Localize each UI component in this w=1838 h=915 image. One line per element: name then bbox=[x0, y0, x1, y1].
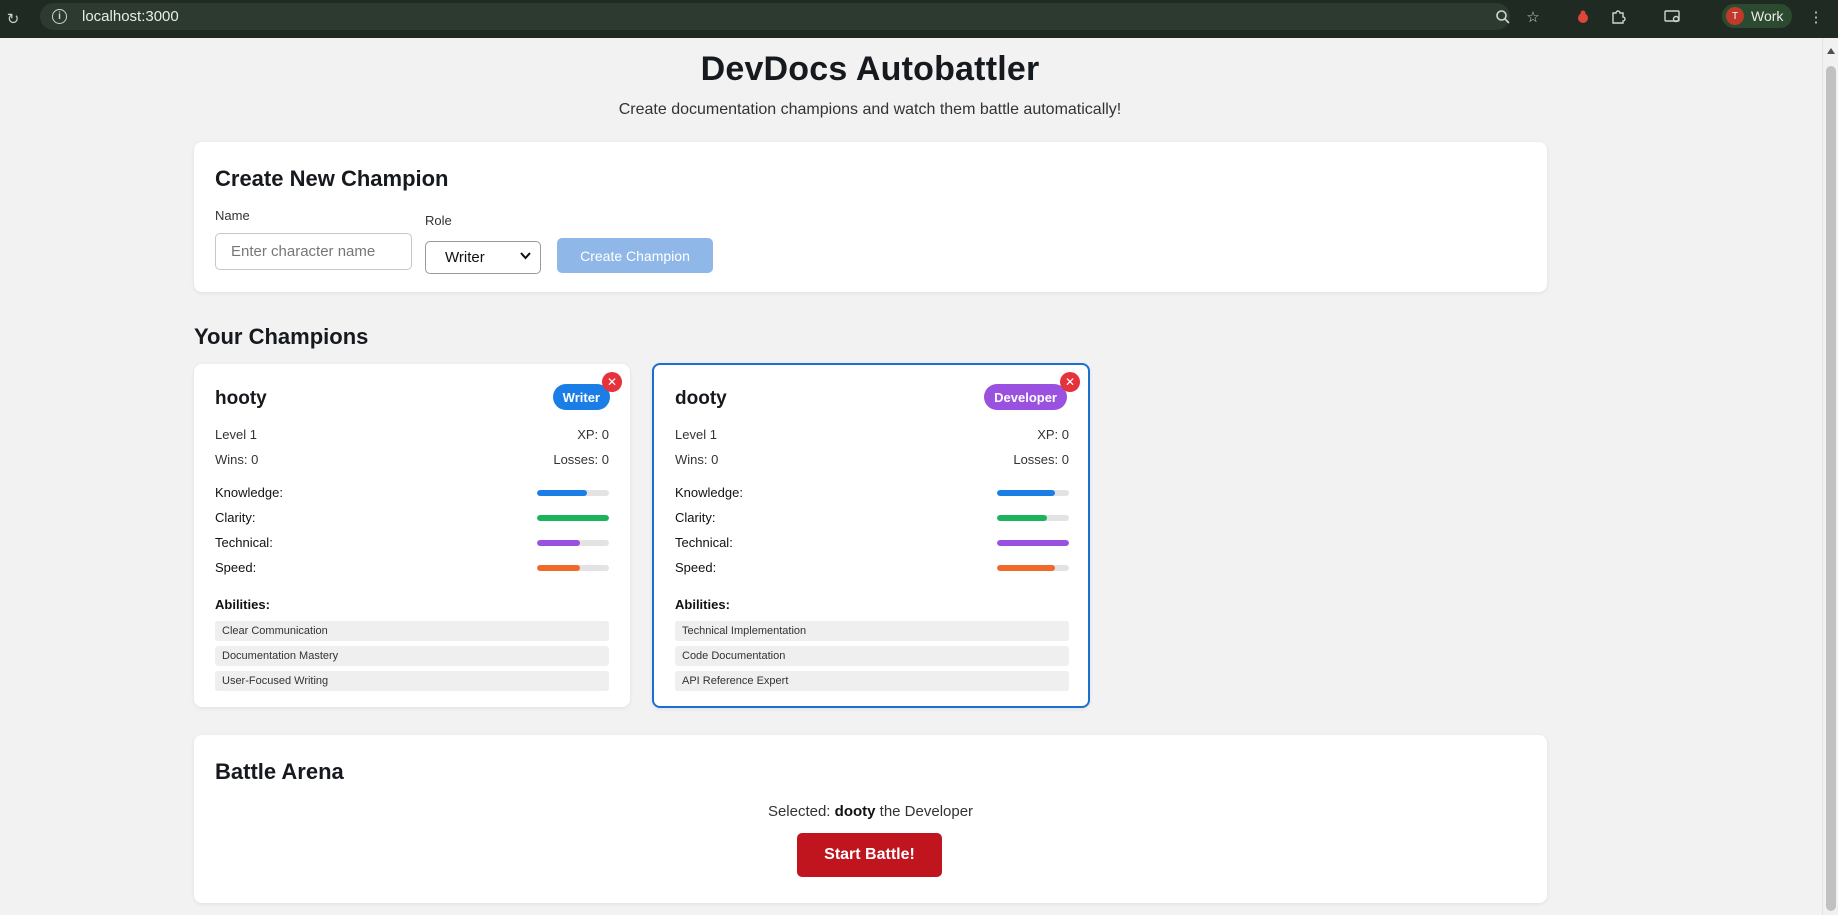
stat-clarity: Clarity: bbox=[215, 510, 609, 525]
selected-prefix: Selected: bbox=[767, 803, 831, 820]
stat-label: Speed: bbox=[675, 560, 717, 575]
stat-technical: Technical: bbox=[215, 535, 609, 550]
stat-bar bbox=[537, 540, 609, 546]
profile-button[interactable]: T Work bbox=[1722, 4, 1792, 28]
stat-bar-fill bbox=[997, 515, 1048, 521]
extension-bug-icon[interactable] bbox=[1572, 6, 1594, 28]
stat-bar-fill bbox=[997, 540, 1069, 546]
star-icon[interactable]: ☆ bbox=[1522, 6, 1544, 28]
champion-xp: XP: 0 bbox=[1037, 427, 1069, 442]
stat-label: Knowledge: bbox=[675, 485, 743, 500]
stat-bar-fill bbox=[997, 565, 1055, 571]
level-xp-row: Level 1 XP: 0 bbox=[675, 427, 1069, 442]
stat-label: Technical: bbox=[675, 535, 733, 550]
create-champion-button[interactable]: Create Champion bbox=[557, 238, 713, 273]
stat-bar-fill bbox=[997, 490, 1055, 496]
stat-bar-fill bbox=[537, 490, 588, 496]
scrollbar-thumb[interactable] bbox=[1826, 66, 1836, 911]
selected-champion-text: Selected: dooty the Developer bbox=[194, 803, 1547, 820]
stat-bar bbox=[537, 565, 609, 571]
ability-item: User-Focused Writing bbox=[215, 671, 609, 691]
page-title: DevDocs Autobattler bbox=[700, 50, 1040, 88]
selected-champion-name: dooty bbox=[834, 803, 876, 820]
stat-bar-fill bbox=[537, 540, 581, 546]
stat-technical: Technical: bbox=[675, 535, 1069, 550]
champion-level: Level 1 bbox=[215, 427, 257, 442]
site-info-icon[interactable]: i bbox=[52, 9, 67, 24]
champion-card-hooty[interactable]: hooty Writer ✕ Level 1 XP: 0 Wins: 0 Los… bbox=[194, 364, 630, 707]
role-select-value: Writer bbox=[445, 249, 485, 266]
record-row: Wins: 0 Losses: 0 bbox=[215, 452, 609, 467]
abilities-title: Abilities: bbox=[675, 597, 730, 612]
stat-bar bbox=[537, 490, 609, 496]
stat-clarity: Clarity: bbox=[675, 510, 1069, 525]
stat-label: Clarity: bbox=[215, 510, 256, 525]
ability-item: Technical Implementation bbox=[675, 621, 1069, 641]
stat-speed: Speed: bbox=[215, 560, 609, 575]
browser-toolbar: ↻ i localhost:3000 ☆ T Work ⋮ bbox=[0, 0, 1838, 38]
reload-icon[interactable]: ↻ bbox=[0, 10, 26, 28]
stat-knowledge: Knowledge: bbox=[215, 485, 609, 500]
extension-puzzle-icon[interactable] bbox=[1607, 6, 1629, 28]
stat-bar bbox=[997, 565, 1069, 571]
stat-bar bbox=[997, 515, 1069, 521]
champion-level: Level 1 bbox=[675, 427, 717, 442]
ability-item: Documentation Mastery bbox=[215, 646, 609, 666]
ability-item: Code Documentation bbox=[675, 646, 1069, 666]
media-router-icon[interactable] bbox=[1662, 6, 1684, 28]
role-select[interactable]: Writer bbox=[425, 241, 541, 274]
page-header: DevDocs Autobattler Create documentation… bbox=[194, 50, 1546, 119]
level-xp-row: Level 1 XP: 0 bbox=[215, 427, 609, 442]
battle-arena-title: Battle Arena bbox=[215, 759, 344, 784]
menu-dots-icon[interactable]: ⋮ bbox=[1805, 6, 1827, 28]
champion-losses: Losses: 0 bbox=[553, 452, 609, 467]
role-badge: Writer bbox=[552, 384, 610, 410]
champion-card-dooty[interactable]: dooty Developer ✕ Level 1 XP: 0 Wins: 0 … bbox=[652, 363, 1090, 708]
champion-wins: Wins: 0 bbox=[675, 452, 719, 467]
zoom-icon[interactable] bbox=[1492, 6, 1514, 28]
selected-suffix: the Developer bbox=[879, 803, 974, 820]
stat-label: Speed: bbox=[215, 560, 257, 575]
stat-knowledge: Knowledge: bbox=[675, 485, 1069, 500]
stat-bar bbox=[997, 490, 1069, 496]
profile-name: Work bbox=[1751, 8, 1784, 24]
ability-item: Clear Communication bbox=[215, 621, 609, 641]
stat-bar-fill bbox=[537, 515, 609, 521]
start-battle-button[interactable]: Start Battle! bbox=[797, 833, 942, 877]
champions-section-title: Your Champions bbox=[194, 324, 369, 349]
role-label: Role bbox=[425, 213, 452, 228]
record-row: Wins: 0 Losses: 0 bbox=[675, 452, 1069, 467]
role-badge: Developer bbox=[984, 384, 1067, 410]
page: DevDocs Autobattler Create documentation… bbox=[0, 38, 1822, 915]
champion-wins: Wins: 0 bbox=[215, 452, 259, 467]
create-champion-title: Create New Champion bbox=[215, 166, 449, 191]
battle-arena-card: Battle Arena Selected: dooty the Develop… bbox=[194, 735, 1547, 903]
scroll-up-icon[interactable] bbox=[1827, 48, 1835, 54]
stat-label: Clarity: bbox=[675, 510, 716, 525]
ability-item: API Reference Expert bbox=[675, 671, 1069, 691]
stat-label: Technical: bbox=[215, 535, 273, 550]
stat-bar bbox=[997, 540, 1069, 546]
address-url[interactable]: localhost:3000 bbox=[82, 8, 179, 25]
champion-xp: XP: 0 bbox=[577, 427, 609, 442]
address-bar[interactable]: i localhost:3000 bbox=[40, 3, 1510, 30]
abilities-title: Abilities: bbox=[215, 597, 270, 612]
champion-losses: Losses: 0 bbox=[1013, 452, 1069, 467]
champion-name: hooty bbox=[215, 388, 267, 409]
page-scrollbar[interactable] bbox=[1822, 38, 1838, 915]
stat-bar-fill bbox=[537, 565, 581, 571]
stat-label: Knowledge: bbox=[215, 485, 283, 500]
delete-champion-button[interactable]: ✕ bbox=[1060, 372, 1080, 392]
chevron-down-icon bbox=[520, 251, 531, 263]
page-subtitle: Create documentation champions and watch… bbox=[618, 101, 1122, 118]
avatar: T bbox=[1726, 7, 1744, 25]
name-label: Name bbox=[215, 208, 250, 223]
delete-champion-button[interactable]: ✕ bbox=[602, 372, 622, 392]
stat-speed: Speed: bbox=[675, 560, 1069, 575]
stat-bar bbox=[537, 515, 609, 521]
create-champion-card: Create New Champion Name Role Writer Cre… bbox=[194, 142, 1547, 292]
champion-name: dooty bbox=[675, 388, 727, 409]
name-input[interactable] bbox=[215, 233, 412, 270]
